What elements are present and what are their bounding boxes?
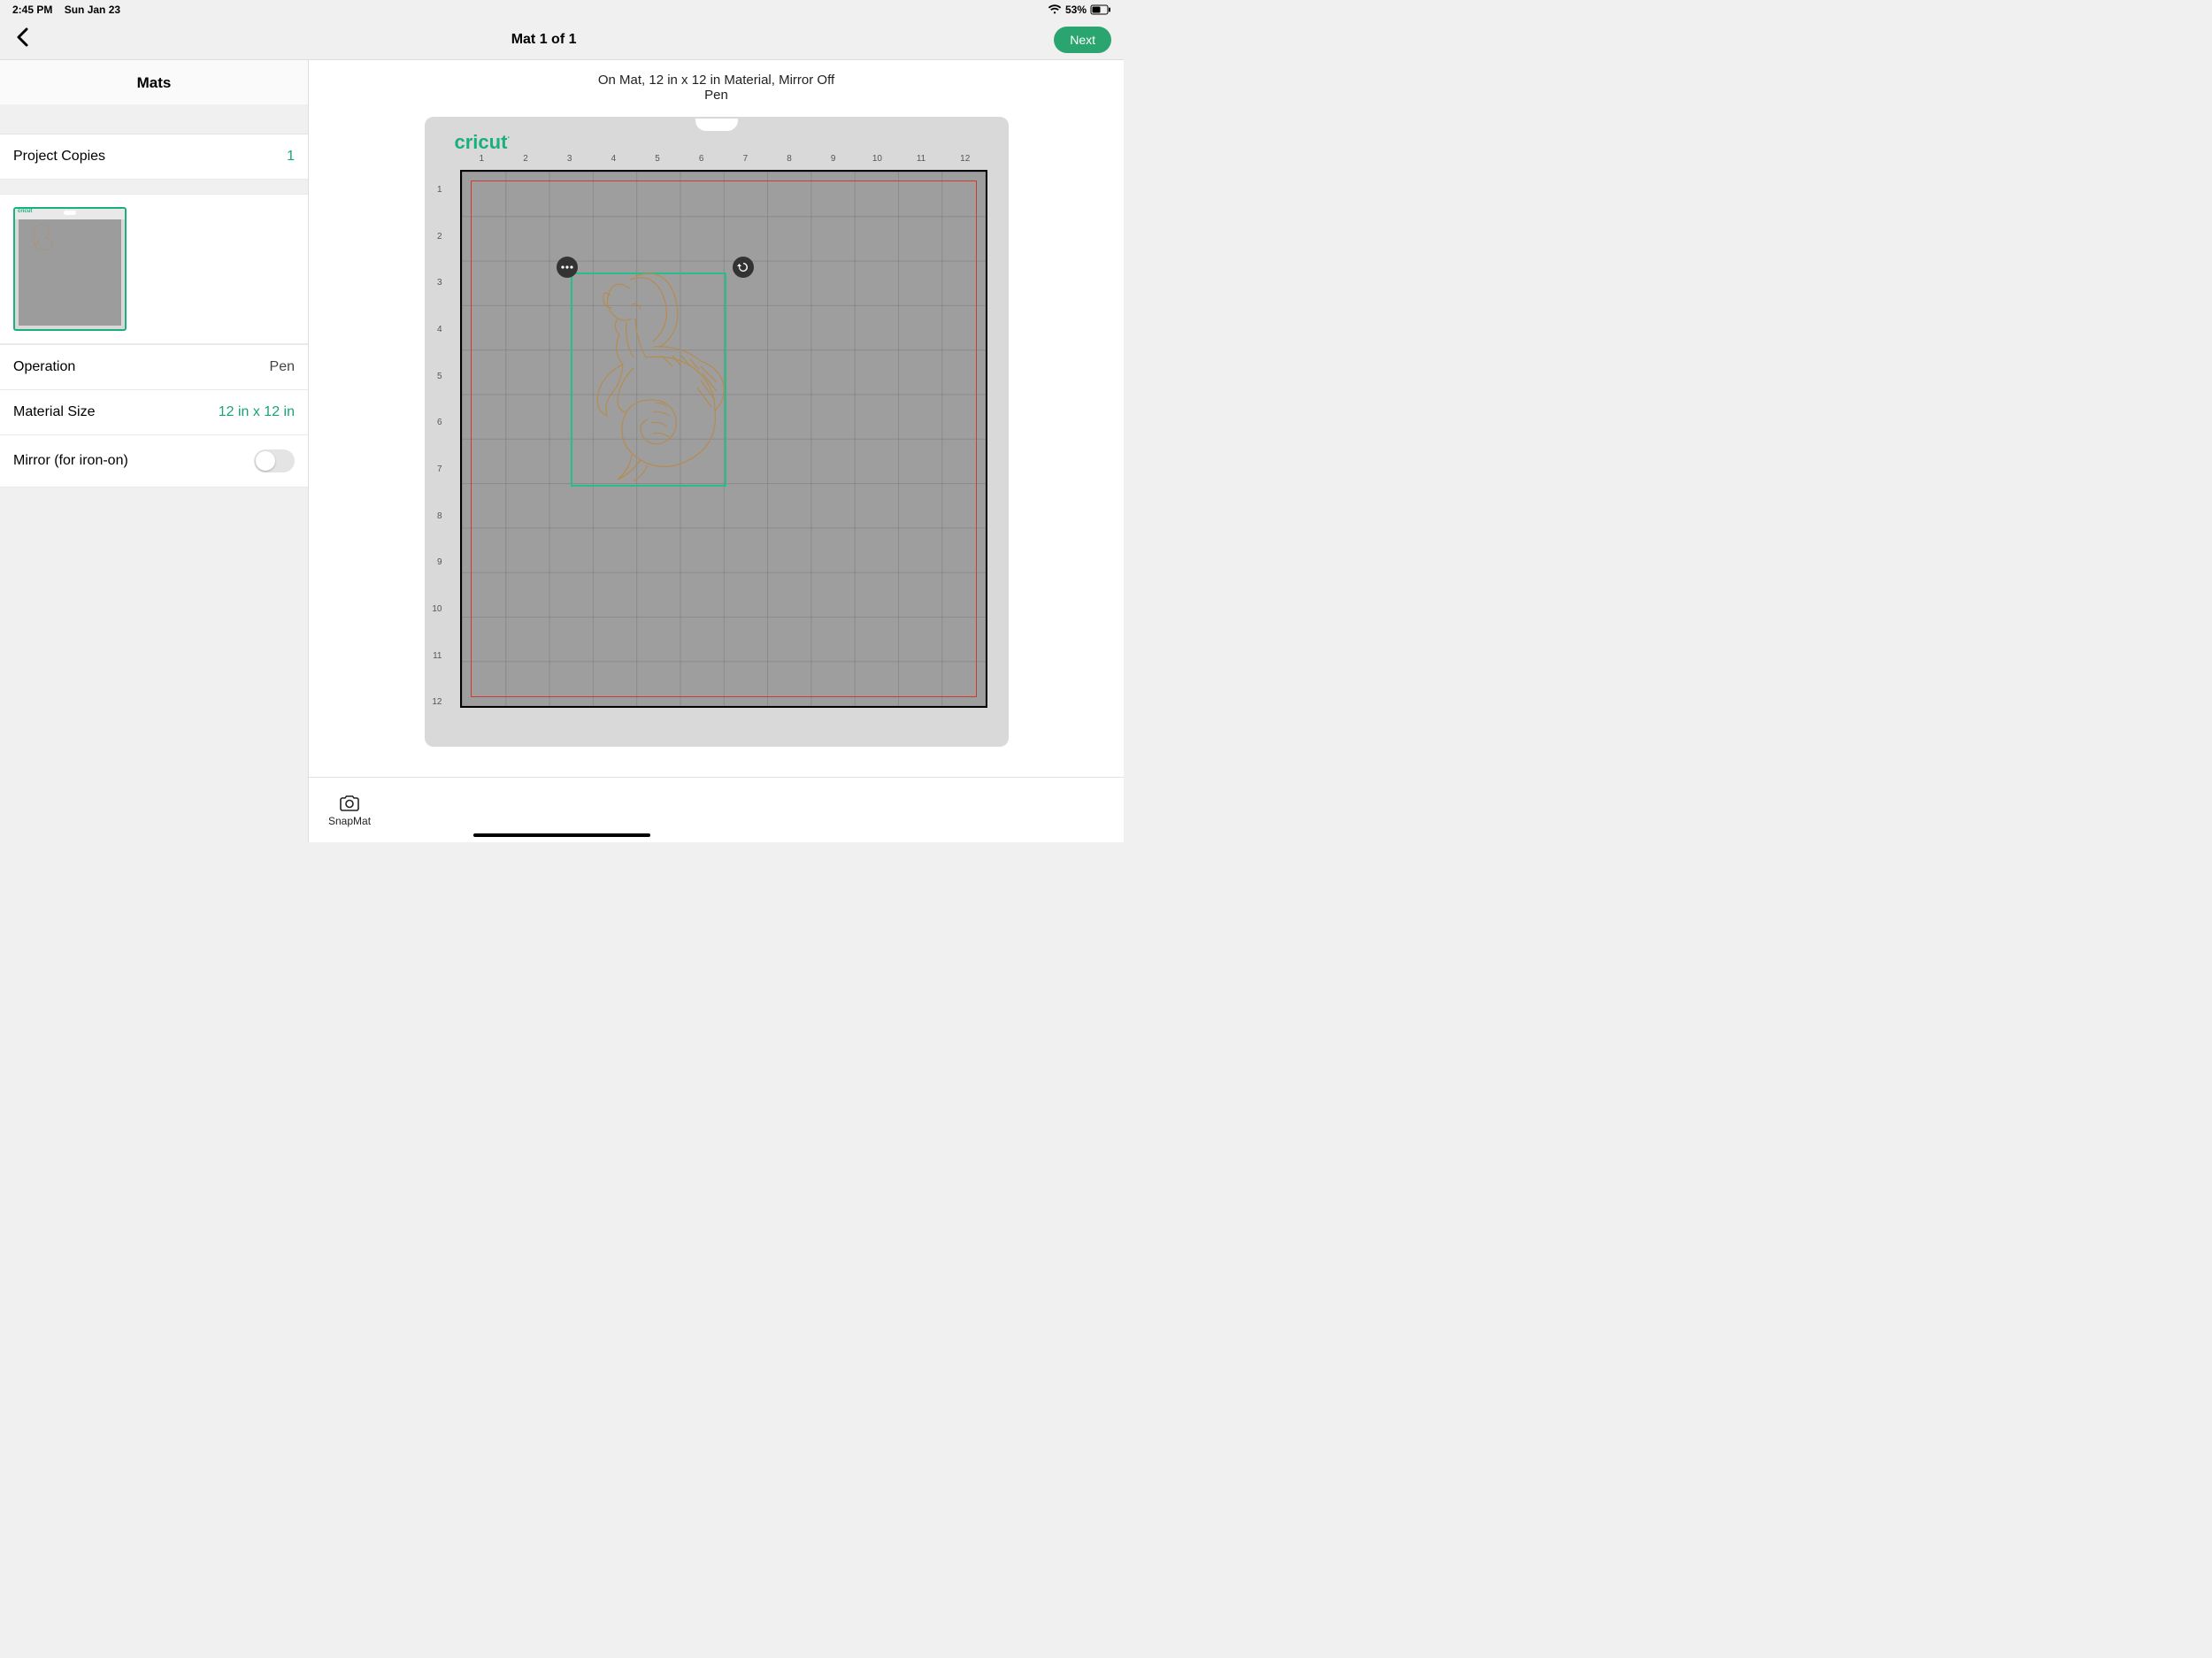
back-icon [16,27,30,47]
material-size-row[interactable]: Material Size 12 in x 12 in [0,389,308,434]
page-title: Mat 1 of 1 [511,32,577,48]
operation-value: Pen [270,359,295,375]
ruler-v-tick: 6 [430,399,444,446]
ruler-v-tick: 7 [430,446,444,493]
canvas-info-line1: On Mat, 12 in x 12 in Material, Mirror O… [309,73,1124,88]
ruler-horizontal: 1 2 3 4 5 6 7 8 9 10 11 12 [460,154,987,170]
project-copies-row[interactable]: Project Copies 1 [0,134,308,180]
battery-icon [1090,4,1111,15]
status-bar: 2:45 PM Sun Jan 23 53% [0,0,1124,19]
ruler-h-tick: 8 [767,154,811,170]
canvas-area: On Mat, 12 in x 12 in Material, Mirror O… [309,60,1124,842]
design-artwork[interactable] [568,269,731,488]
ruler-h-tick: 7 [724,154,768,170]
home-indicator[interactable] [473,833,650,837]
sidebar-spacer [0,104,308,134]
back-button[interactable] [12,27,34,52]
ruler-h-tick: 6 [680,154,724,170]
ruler-v-tick: 8 [430,493,444,540]
sidebar-title: Mats [0,60,308,104]
wifi-icon [1048,4,1062,15]
status-left: 2:45 PM Sun Jan 23 [12,4,120,16]
sidebar: Mats Project Copies 1 [0,60,309,842]
ruler-h-tick: 3 [548,154,592,170]
ruler-h-tick: 1 [460,154,504,170]
ruler-h-tick: 10 [856,154,900,170]
rotate-icon [737,261,749,273]
ruler-h-tick: 11 [899,154,943,170]
sidebar-gap [0,180,308,194]
snapmat-label: SnapMat [328,815,371,827]
mat-grid[interactable] [460,170,987,708]
canvas-info-line2: Pen [309,88,1124,103]
operation-label: Operation [13,359,75,375]
canvas-wrap: cricut. 1 2 3 4 5 6 7 8 9 10 11 12 1 [309,108,1124,842]
more-handle[interactable] [557,257,578,278]
header-bar: Mat 1 of 1 Next [0,19,1124,60]
ruler-h-tick: 5 [635,154,680,170]
mat-thumbnail-row [0,194,308,344]
next-button[interactable]: Next [1054,27,1111,53]
ruler-v-tick: 11 [430,633,444,679]
mirror-label: Mirror (for iron-on) [13,453,128,469]
ruler-v-tick: 12 [430,679,444,725]
ruler-vertical: 1 2 3 4 5 6 7 8 9 10 11 12 [430,166,444,725]
material-size-value: 12 in x 12 in [219,404,295,420]
mat-thumbnail[interactable] [13,207,127,331]
project-copies-label: Project Copies [13,149,105,165]
brand-logo: cricut. [455,131,987,154]
main: Mats Project Copies 1 [0,60,1124,842]
mat-hang-cutout [695,119,738,131]
settings-list: Operation Pen Material Size 12 in x 12 i… [0,344,308,487]
mat-preview[interactable]: cricut. 1 2 3 4 5 6 7 8 9 10 11 12 1 [425,117,1009,747]
canvas-info: On Mat, 12 in x 12 in Material, Mirror O… [309,60,1124,108]
more-icon [561,265,573,269]
status-time: 2:45 PM [12,4,52,16]
ruler-v-tick: 2 [430,213,444,260]
ruler-v-tick: 10 [430,586,444,633]
ruler-v-tick: 9 [430,539,444,586]
mirror-row: Mirror (for iron-on) [0,434,308,487]
status-date: Sun Jan 23 [65,4,120,16]
mirror-toggle[interactable] [254,449,295,472]
ruler-h-tick: 2 [503,154,548,170]
status-right: 53% [1048,4,1111,16]
ruler-v-tick: 1 [430,166,444,213]
ruler-h-tick: 12 [943,154,987,170]
ruler-v-tick: 3 [430,259,444,306]
operation-row[interactable]: Operation Pen [0,344,308,389]
status-battery-text: 53% [1065,4,1087,16]
footer-toolbar: SnapMat [309,777,1124,842]
ruler-h-tick: 4 [592,154,636,170]
ruler-h-tick: 9 [811,154,856,170]
project-copies-value: 1 [287,149,295,165]
camera-icon [339,793,360,812]
ruler-v-tick: 5 [430,353,444,400]
ruler-v-tick: 4 [430,306,444,353]
rotate-handle[interactable] [733,257,754,278]
thumb-design-icon [26,221,58,260]
material-size-label: Material Size [13,404,95,420]
snapmat-button[interactable]: SnapMat [328,793,371,827]
